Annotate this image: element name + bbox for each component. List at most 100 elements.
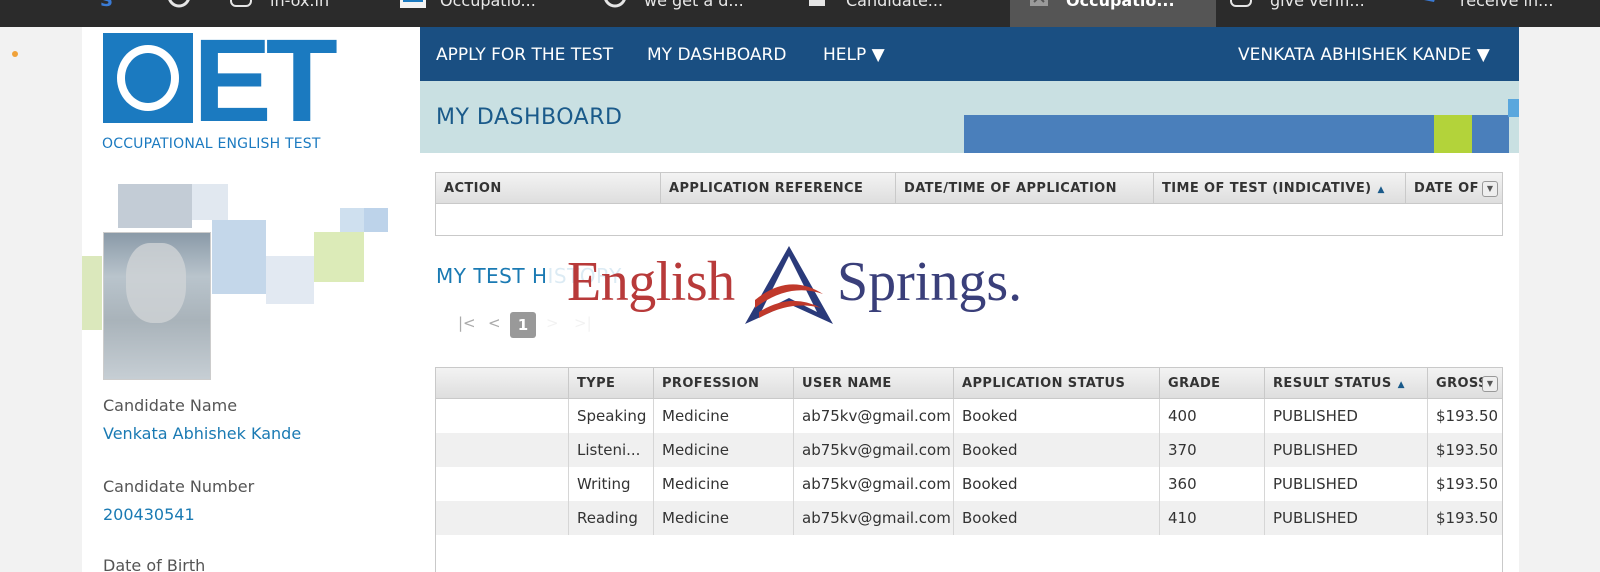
- cell-application-status: Booked: [954, 501, 1160, 535]
- watermark-text-english: English: [567, 251, 735, 313]
- cell-blank: [436, 501, 569, 535]
- column-menu-icon[interactable]: ▼: [1482, 181, 1498, 197]
- banner-decor-bar: [964, 115, 1434, 153]
- candidate-number-value: 200430541: [103, 505, 195, 524]
- cell-user-name: ab75kv@gmail.com: [794, 433, 954, 467]
- cell-result-status: PUBLISHED: [1265, 433, 1428, 467]
- browser-tab-4[interactable]: we get a d...: [604, 0, 784, 27]
- cell-type: Speaking: [569, 399, 654, 433]
- decorative-square: [192, 184, 228, 220]
- sort-ascending-icon: ▲: [1377, 185, 1385, 195]
- browser-tab-label: receive in...: [1460, 0, 1554, 10]
- dashboard-banner: MY DASHBOARD: [420, 81, 1519, 153]
- banner-decor-small: [1508, 99, 1519, 117]
- cell-application-status: Booked: [954, 433, 1160, 467]
- document-icon: [806, 0, 828, 10]
- cell-result-status: PUBLISHED: [1265, 399, 1428, 433]
- cell-grade: 370: [1160, 433, 1265, 467]
- test-history-table-header: TYPE PROFESSION USER NAME APPLICATION ST…: [436, 368, 1502, 399]
- column-header-application-reference[interactable]: APPLICATION REFERENCE: [661, 173, 896, 204]
- applications-table: ACTION APPLICATION REFERENCE DATE/TIME O…: [435, 172, 1503, 236]
- table-row[interactable]: Reading Medicine ab75kv@gmail.com Booked…: [436, 501, 1502, 535]
- candidate-number-label: Candidate Number: [103, 477, 255, 496]
- browser-tab-3[interactable]: Occupatio...: [400, 0, 580, 27]
- cell-grade: 360: [1160, 467, 1265, 501]
- cell-user-name: ab75kv@gmail.com: [794, 501, 954, 535]
- pager-prev-button[interactable]: <: [488, 314, 501, 332]
- column-header-result-status[interactable]: RESULT STATUS ▲: [1265, 368, 1428, 399]
- column-header-date-time-of-application[interactable]: DATE/TIME OF APPLICATION: [896, 173, 1154, 204]
- browser-tab-5[interactable]: Candidate...: [806, 0, 986, 27]
- date-of-birth-label: Date of Birth: [103, 556, 206, 572]
- browser-tab-8[interactable]: receive in...: [1420, 0, 1600, 27]
- cell-gross: $193.50: [1436, 441, 1499, 459]
- cell-type: Writing: [569, 467, 654, 501]
- cell-result-status: PUBLISHED: [1265, 501, 1428, 535]
- cell-gross: $193.50: [1436, 475, 1499, 493]
- cell-user-name: ab75kv@gmail.com: [794, 399, 954, 433]
- close-tab-icon[interactable]: [1028, 0, 1050, 10]
- decorative-square: [266, 256, 314, 304]
- oet-logo-o-mark: [103, 33, 193, 123]
- pager-current-page[interactable]: 1: [510, 312, 536, 338]
- arrow-icon: [1420, 0, 1442, 10]
- column-header-action[interactable]: ACTION: [436, 173, 661, 204]
- column-header-blank: [436, 368, 569, 399]
- browser-tab-label: Candidate...: [846, 0, 944, 10]
- cell-gross: $193.50: [1436, 509, 1499, 527]
- oet-logo-letters[interactable]: ET: [193, 22, 338, 140]
- cell-profession: Medicine: [654, 433, 794, 467]
- browser-tab-label: in-ox.in: [270, 0, 330, 10]
- table-row[interactable]: Listeni... Medicine ab75kv@gmail.com Boo…: [436, 433, 1502, 467]
- pager-first-button[interactable]: |<: [458, 314, 476, 332]
- browser-tab-7[interactable]: give verifi...: [1230, 0, 1410, 27]
- banner-decor-blue: [1472, 115, 1509, 153]
- column-header-application-status[interactable]: APPLICATION STATUS: [954, 368, 1160, 399]
- s-app-icon: S: [100, 0, 113, 11]
- table-row[interactable]: Writing Medicine ab75kv@gmail.com Booked…: [436, 467, 1502, 501]
- browser-tab-0[interactable]: S: [100, 0, 160, 27]
- instagram-icon: [1230, 0, 1252, 10]
- page-title: MY DASHBOARD: [436, 105, 623, 130]
- cell-blank: [436, 399, 569, 433]
- decorative-square: [82, 256, 102, 330]
- test-history-table: TYPE PROFESSION USER NAME APPLICATION ST…: [435, 367, 1503, 572]
- candidate-name-value: Venkata Abhishek Kande: [103, 424, 302, 443]
- oet-logo-subtitle: OCCUPATIONAL ENGLISH TEST: [102, 136, 321, 152]
- google-icon: [168, 0, 190, 10]
- nav-user-menu[interactable]: VENKATA ABHISHEK KANDE ▼: [1238, 45, 1490, 65]
- table-row[interactable]: Speaking Medicine ab75kv@gmail.com Booke…: [436, 399, 1502, 433]
- banner-decor-green: [1434, 115, 1472, 153]
- browser-tab-label: Occupatio...: [440, 0, 536, 10]
- cell-application-status: Booked: [954, 467, 1160, 501]
- cell-profession: Medicine: [654, 399, 794, 433]
- column-header-time-of-test[interactable]: TIME OF TEST (INDICATIVE) ▲: [1154, 173, 1406, 204]
- column-menu-icon[interactable]: ▼: [1482, 376, 1498, 392]
- nav-help-menu[interactable]: HELP ▼: [823, 45, 885, 65]
- english-springs-watermark: English Springs.: [545, 236, 1049, 338]
- oet-favicon-icon: [400, 0, 426, 10]
- cell-result-status: PUBLISHED: [1265, 467, 1428, 501]
- candidate-name-label: Candidate Name: [103, 396, 238, 415]
- cell-profession: Medicine: [654, 501, 794, 535]
- column-header-label: TIME OF TEST (INDICATIVE): [1162, 181, 1372, 196]
- decorative-square: [364, 208, 388, 232]
- browser-tab-6-active[interactable]: Occupatio...: [1010, 0, 1216, 27]
- orange-dot-indicator: [12, 51, 18, 57]
- cell-blank: [436, 467, 569, 501]
- cell-profession: Medicine: [654, 467, 794, 501]
- cell-application-status: Booked: [954, 399, 1160, 433]
- nav-apply-for-test[interactable]: APPLY FOR THE TEST: [436, 45, 613, 65]
- browser-tab-label: give verifi...: [1270, 0, 1365, 10]
- column-header-profession[interactable]: PROFESSION: [654, 368, 794, 399]
- column-header-grade[interactable]: GRADE: [1160, 368, 1265, 399]
- decorative-square: [118, 184, 192, 228]
- column-header-user-name[interactable]: USER NAME: [794, 368, 954, 399]
- top-navigation-bar: APPLY FOR THE TEST MY DASHBOARD HELP ▼ V…: [420, 27, 1519, 81]
- nav-my-dashboard[interactable]: MY DASHBOARD: [647, 45, 786, 65]
- cell-gross: $193.50: [1436, 407, 1499, 425]
- cell-grade: 400: [1160, 399, 1265, 433]
- watermark-text-springs: Springs.: [837, 251, 1023, 313]
- column-header-type[interactable]: TYPE: [569, 368, 654, 399]
- column-header-label: RESULT STATUS: [1273, 376, 1392, 391]
